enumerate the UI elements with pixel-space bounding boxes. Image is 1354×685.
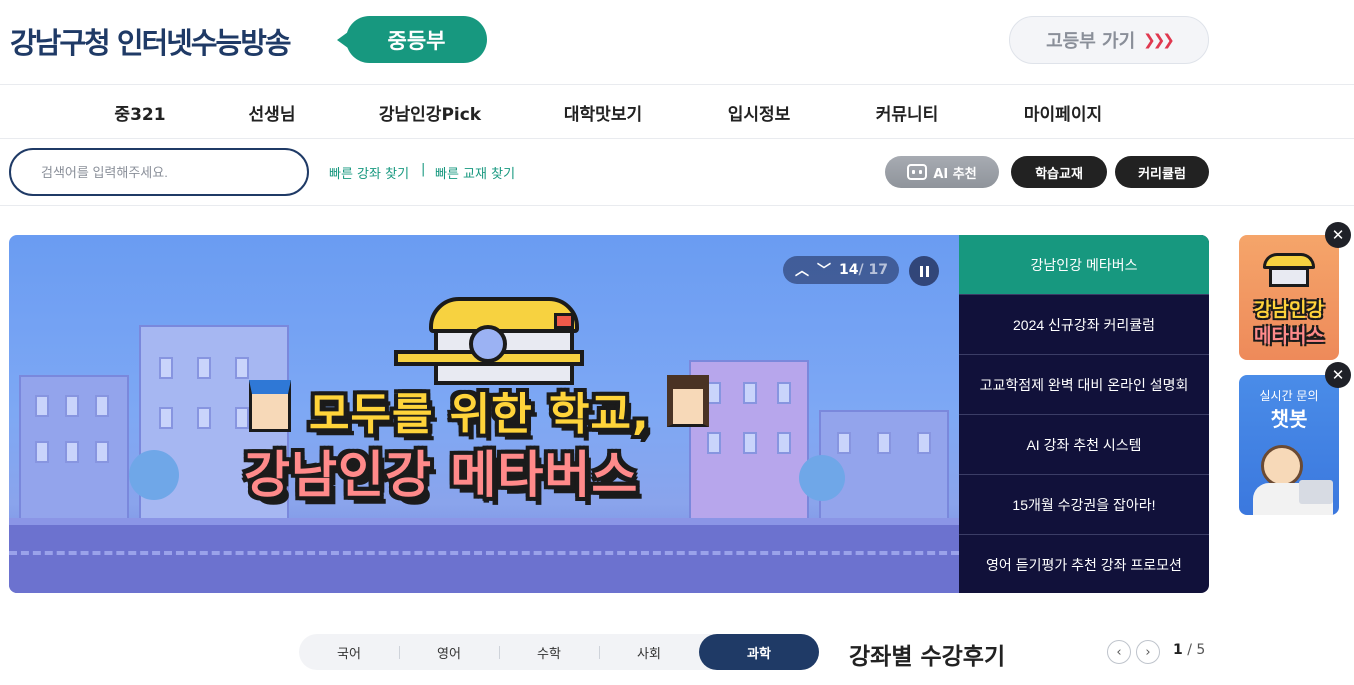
nav-item-teachers[interactable]: 선생님	[249, 100, 296, 125]
quick-lecture-link[interactable]: 빠른 강좌 찾기	[329, 163, 409, 182]
pause-button[interactable]	[909, 256, 939, 286]
next-arrow-icon[interactable]: ›	[1136, 640, 1160, 664]
header-divider	[0, 84, 1354, 85]
nav-item-community[interactable]: 커뮤니티	[876, 100, 939, 125]
metaverse-floating-banner[interactable]: 강남인강 메타버스	[1239, 235, 1339, 360]
level-badge[interactable]: 중등부	[337, 16, 487, 63]
study-books-label: 학습교재	[1035, 166, 1083, 182]
banner-menu: 강남인강 메타버스 2024 신규강좌 커리큘럼 고교학점제 완벽 대비 온라인…	[959, 235, 1209, 593]
metaverse-label-1: 강남인강	[1254, 299, 1324, 321]
close-icon[interactable]: ✕	[1325, 362, 1351, 388]
quick-book-link[interactable]: 빠른 교재 찾기	[435, 163, 515, 182]
road	[9, 525, 959, 593]
chatbot-floating-banner[interactable]: 실시간 문의 챗봇	[1239, 375, 1339, 515]
tab-social[interactable]: 사회	[599, 634, 699, 670]
tab-korean[interactable]: 국어	[299, 634, 399, 670]
chatbot-big-label: 챗봇	[1270, 407, 1308, 431]
goto-high-school-button[interactable]: 고등부 가기 ❯❯❯	[1009, 16, 1209, 64]
ai-recommend-button[interactable]: AI 추천	[885, 156, 999, 188]
nav-item-college-preview[interactable]: 대학맛보기	[564, 100, 642, 125]
ai-recommend-label: AI 추천	[933, 166, 977, 182]
flag-icon	[554, 313, 574, 329]
slide-current: 14	[839, 262, 859, 278]
nav-divider	[0, 138, 1354, 139]
triple-chevron-right-icon: ❯❯❯	[1143, 31, 1175, 49]
nav-item-admission-info[interactable]: 입시정보	[728, 100, 791, 125]
search-input[interactable]	[9, 148, 309, 196]
pause-icon	[919, 265, 923, 277]
school-window	[469, 325, 507, 363]
banner-menu-item[interactable]: 강남인강 메타버스	[959, 235, 1209, 295]
tab-science[interactable]: 과학	[699, 634, 819, 670]
review-section-title: 강좌별 수강후기	[849, 644, 1006, 670]
tree-illustration	[129, 450, 179, 500]
main-nav: 중321 선생님 강남인강Pick 대학맛보기 입시정보 커뮤니티 마이페이지	[0, 86, 1354, 138]
metaverse-label-2: 메타버스	[1254, 325, 1324, 347]
prev-arrow-icon[interactable]: ‹	[1107, 640, 1131, 664]
school-icon	[1269, 267, 1309, 287]
nav-item-pick[interactable]: 강남인강Pick	[379, 100, 481, 125]
chatbot-small-label: 실시간 문의	[1259, 389, 1319, 403]
tab-english[interactable]: 영어	[399, 634, 499, 670]
boy-character-icon	[249, 380, 291, 432]
banner-title-line2: 강남인강 메타버스	[244, 446, 639, 504]
review-pager: 1 / 5	[1173, 642, 1205, 658]
nav-item-middle321[interactable]: 중321	[114, 100, 165, 125]
study-books-button[interactable]: 학습교재	[1011, 156, 1107, 188]
main-banner[interactable]: 모두를 위한 학교, 강남인강 메타버스	[9, 235, 959, 593]
tab-math[interactable]: 수학	[499, 634, 599, 670]
slide-counter: 14/ 17	[839, 262, 888, 278]
close-icon[interactable]: ✕	[1325, 222, 1351, 248]
road-line	[9, 551, 959, 555]
banner-menu-item[interactable]: 15개월 수강권을 잡아라!	[959, 475, 1209, 535]
slide-control: ︿ ﹀ 14/ 17	[783, 256, 899, 284]
curriculum-label: 커리큘럼	[1138, 166, 1186, 182]
tree-illustration	[799, 455, 845, 501]
pause-icon	[925, 265, 929, 277]
chevron-up-icon[interactable]: ︿	[795, 260, 809, 280]
review-page-total: / 5	[1187, 642, 1206, 658]
goto-high-label: 고등부 가기	[1046, 31, 1136, 52]
counselor-avatar-icon	[1261, 445, 1303, 487]
slide-total: / 17	[858, 262, 888, 278]
banner-title-line1: 모두를 위한 학교,	[309, 389, 650, 440]
robot-icon	[907, 164, 928, 180]
building-illustration	[19, 375, 129, 525]
banner-menu-item[interactable]: 영어 듣기평가 추천 강좌 프로모션	[959, 535, 1209, 593]
site-logo[interactable]: 강남구청 인터넷수능방송	[10, 20, 292, 62]
banner-menu-item[interactable]: 고교학점제 완벽 대비 온라인 설명회	[959, 355, 1209, 415]
banner-menu-item[interactable]: AI 강좌 추천 시스템	[959, 415, 1209, 475]
chevron-down-icon[interactable]: ﹀	[817, 260, 831, 280]
girl-character-icon	[667, 375, 709, 427]
curriculum-button[interactable]: 커리큘럼	[1115, 156, 1209, 188]
level-label: 중등부	[387, 28, 446, 53]
banner-menu-item[interactable]: 2024 신규강좌 커리큘럼	[959, 295, 1209, 355]
quick-link-separator: |	[421, 162, 426, 177]
laptop-icon	[1299, 480, 1333, 504]
review-page-current: 1	[1173, 642, 1183, 658]
nav-item-mypage[interactable]: 마이페이지	[1024, 100, 1102, 125]
search-divider	[0, 205, 1354, 206]
subject-tabs: 국어 영어 수학 사회 과학	[299, 634, 819, 670]
